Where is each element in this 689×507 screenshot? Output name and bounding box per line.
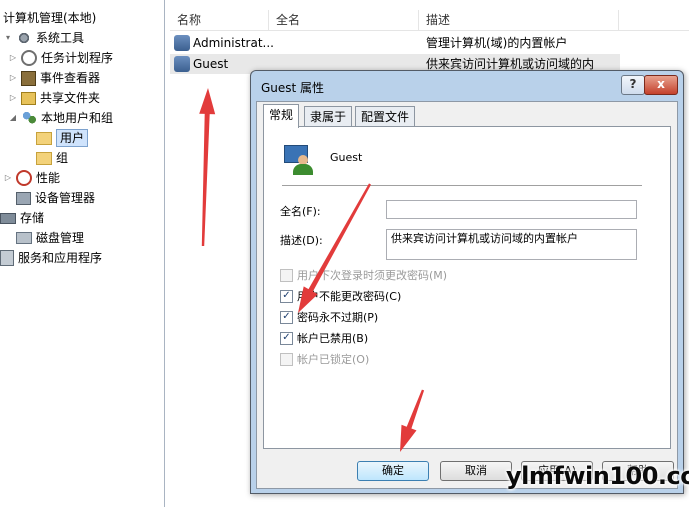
checkbox-checked[interactable]: ✓ bbox=[280, 289, 293, 303]
tree-item-groups[interactable]: 组 bbox=[36, 148, 68, 168]
column-header-fullname[interactable]: 全名 bbox=[269, 10, 419, 30]
tree-item-event-viewer[interactable]: ▷ 事件查看器 bbox=[8, 68, 100, 88]
user-icon bbox=[174, 35, 190, 51]
tab-general[interactable]: 常规 bbox=[263, 104, 300, 128]
tree-item-storage[interactable]: 存储 bbox=[0, 208, 44, 228]
tree-item-label: 事件查看器 bbox=[40, 71, 101, 85]
tree-item-label: 本地用户和组 bbox=[41, 111, 114, 125]
dialog-body: 常规 隶属于 配置文件 Guest 全名(F): 描述(D): 供来宾访问计算机… bbox=[256, 101, 678, 489]
tab-profile[interactable]: 配置文件 bbox=[355, 106, 416, 127]
tree-item-disk-management[interactable]: 磁盘管理 bbox=[16, 228, 84, 248]
collapse-arrow-icon[interactable]: ◢ bbox=[8, 108, 18, 128]
checkbox-unchecked bbox=[280, 352, 293, 366]
tree-item-label: 共享文件夹 bbox=[40, 91, 101, 105]
tab-member-of[interactable]: 隶属于 bbox=[304, 106, 353, 127]
guest-properties-dialog: Guest 属性 ? x 常规 隶属于 配置文件 Guest 全名(F): 描述… bbox=[250, 70, 684, 494]
checkbox-row[interactable]: ✓ 用户不能更改密码(C) bbox=[280, 288, 401, 304]
dialog-title: Guest 属性 bbox=[261, 81, 325, 95]
cancel-button[interactable]: 取消 bbox=[440, 461, 512, 481]
navigation-tree: 计算机管理(本地) ▾ 系统工具 ▷ 任务计划程序 ▷ 事件查看器 ▷ 共享文件… bbox=[0, 0, 165, 507]
checkbox-label: 用户不能更改密码(C) bbox=[297, 290, 402, 303]
description-label: 描述(D): bbox=[280, 234, 323, 247]
collapse-arrow-icon[interactable]: ▾ bbox=[3, 28, 13, 48]
column-header-name[interactable]: 名称 bbox=[170, 10, 269, 30]
services-icon bbox=[0, 250, 14, 266]
tree-item-label: 设备管理器 bbox=[35, 191, 96, 205]
separator bbox=[282, 185, 642, 186]
tree-item-services-apps[interactable]: 服务和应用程序 bbox=[0, 248, 102, 268]
help-title-button[interactable]: ? bbox=[621, 75, 645, 95]
tree-item-label: 任务计划程序 bbox=[41, 51, 114, 65]
performance-icon bbox=[16, 170, 32, 186]
checkbox-label: 用户下次登录时须更改密码(M) bbox=[297, 269, 448, 282]
tree-item-label: 计算机管理(本地) bbox=[3, 11, 97, 25]
folder-icon bbox=[36, 151, 52, 165]
account-name: Guest bbox=[330, 151, 363, 164]
event-viewer-icon bbox=[21, 70, 36, 86]
tree-item-label: 组 bbox=[56, 151, 69, 165]
close-button[interactable]: x bbox=[644, 75, 678, 95]
tree-item-task-scheduler[interactable]: ▷ 任务计划程序 bbox=[8, 48, 113, 68]
list-header: 名称 全名 描述 bbox=[170, 10, 689, 31]
fullname-label: 全名(F): bbox=[280, 205, 321, 218]
expand-arrow-icon[interactable]: ▷ bbox=[8, 68, 18, 88]
checkbox-row[interactable]: ✓ 帐户已禁用(B) bbox=[280, 330, 368, 346]
tree-item-label: 存储 bbox=[20, 211, 45, 225]
general-tab-page: Guest 全名(F): 描述(D): 供来宾访问计算机或访问域的内置帐户 用户… bbox=[263, 126, 671, 449]
checkbox-row: 帐户已锁定(O) bbox=[280, 351, 369, 367]
checkbox-row: 用户下次登录时须更改密码(M) bbox=[280, 267, 447, 283]
checkbox-label: 帐户已锁定(O) bbox=[297, 353, 370, 366]
checkbox-row[interactable]: ✓ 密码永不过期(P) bbox=[280, 309, 378, 325]
list-item-administrator[interactable]: Administrat... 管理计算机(域)的内置帐户 bbox=[170, 33, 620, 53]
checkbox-checked[interactable]: ✓ bbox=[280, 331, 293, 345]
tree-item-system-tools[interactable]: ▾ 系统工具 bbox=[3, 28, 84, 48]
user-name: Administrat... bbox=[193, 36, 274, 50]
fullname-input[interactable] bbox=[386, 200, 637, 219]
checkbox-unchecked bbox=[280, 268, 293, 282]
user-description: 管理计算机(域)的内置帐户 bbox=[426, 36, 568, 50]
storage-icon bbox=[0, 212, 16, 224]
clock-icon bbox=[21, 50, 37, 66]
checkbox-label: 密码永不过期(P) bbox=[297, 311, 379, 324]
expand-arrow-icon[interactable]: ▷ bbox=[8, 48, 18, 68]
checkbox-checked[interactable]: ✓ bbox=[280, 310, 293, 324]
ok-button[interactable]: 确定 bbox=[357, 461, 429, 481]
user-icon bbox=[174, 56, 190, 72]
users-icon bbox=[21, 110, 37, 126]
tree-item-computer-management[interactable]: 计算机管理(本地) bbox=[3, 8, 96, 28]
tree-item-local-users-groups[interactable]: ◢ 本地用户和组 bbox=[8, 108, 113, 128]
tree-item-label: 用户 bbox=[56, 129, 89, 147]
tree-item-label: 性能 bbox=[36, 171, 61, 185]
device-manager-icon bbox=[16, 191, 31, 205]
tree-item-users[interactable]: 用户 bbox=[36, 128, 89, 148]
disk-icon bbox=[16, 232, 32, 244]
watermark-logo: ylmfwin100.com bbox=[506, 462, 689, 490]
expand-arrow-icon[interactable]: ▷ bbox=[3, 168, 13, 188]
tree-item-label: 磁盘管理 bbox=[36, 231, 85, 245]
column-header-description[interactable]: 描述 bbox=[419, 10, 619, 30]
expand-arrow-icon[interactable]: ▷ bbox=[8, 88, 18, 108]
tree-item-device-manager[interactable]: 设备管理器 bbox=[16, 188, 95, 208]
user-account-icon bbox=[284, 143, 316, 175]
shared-folder-icon bbox=[21, 91, 36, 105]
person-body-shape bbox=[293, 164, 313, 175]
tree-item-performance[interactable]: ▷ 性能 bbox=[3, 168, 60, 188]
tree-item-label: 服务和应用程序 bbox=[18, 251, 103, 265]
checkbox-label: 帐户已禁用(B) bbox=[297, 332, 369, 345]
gear-icon bbox=[16, 30, 32, 46]
folder-icon bbox=[36, 131, 52, 145]
tree-item-label: 系统工具 bbox=[36, 31, 85, 45]
description-input[interactable]: 供来宾访问计算机或访问域的内置帐户 bbox=[386, 229, 637, 260]
tree-item-shared-folders[interactable]: ▷ 共享文件夹 bbox=[8, 88, 100, 108]
